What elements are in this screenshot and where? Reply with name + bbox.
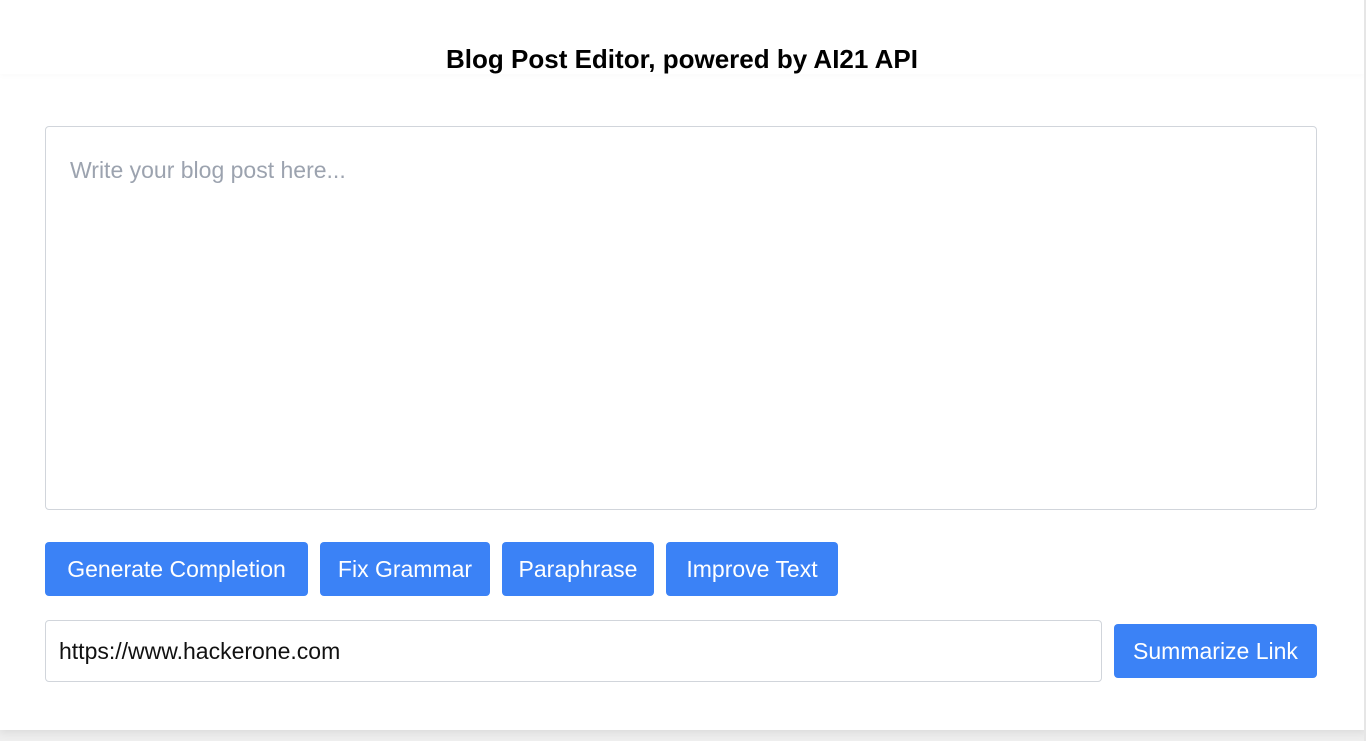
link-url-input[interactable]: [45, 620, 1102, 682]
page-title: Blog Post Editor, powered by AI21 API: [446, 44, 918, 74]
generate-completion-button[interactable]: Generate Completion: [45, 542, 308, 596]
improve-text-button[interactable]: Improve Text: [666, 542, 838, 596]
summarize-link-button[interactable]: Summarize Link: [1114, 624, 1317, 678]
page-container: Blog Post Editor, powered by AI21 API Ge…: [0, 0, 1366, 730]
fix-grammar-button[interactable]: Fix Grammar: [320, 542, 490, 596]
header: Blog Post Editor, powered by AI21 API: [0, 0, 1364, 74]
paraphrase-button[interactable]: Paraphrase: [502, 542, 654, 596]
blog-post-textarea[interactable]: [45, 126, 1317, 510]
